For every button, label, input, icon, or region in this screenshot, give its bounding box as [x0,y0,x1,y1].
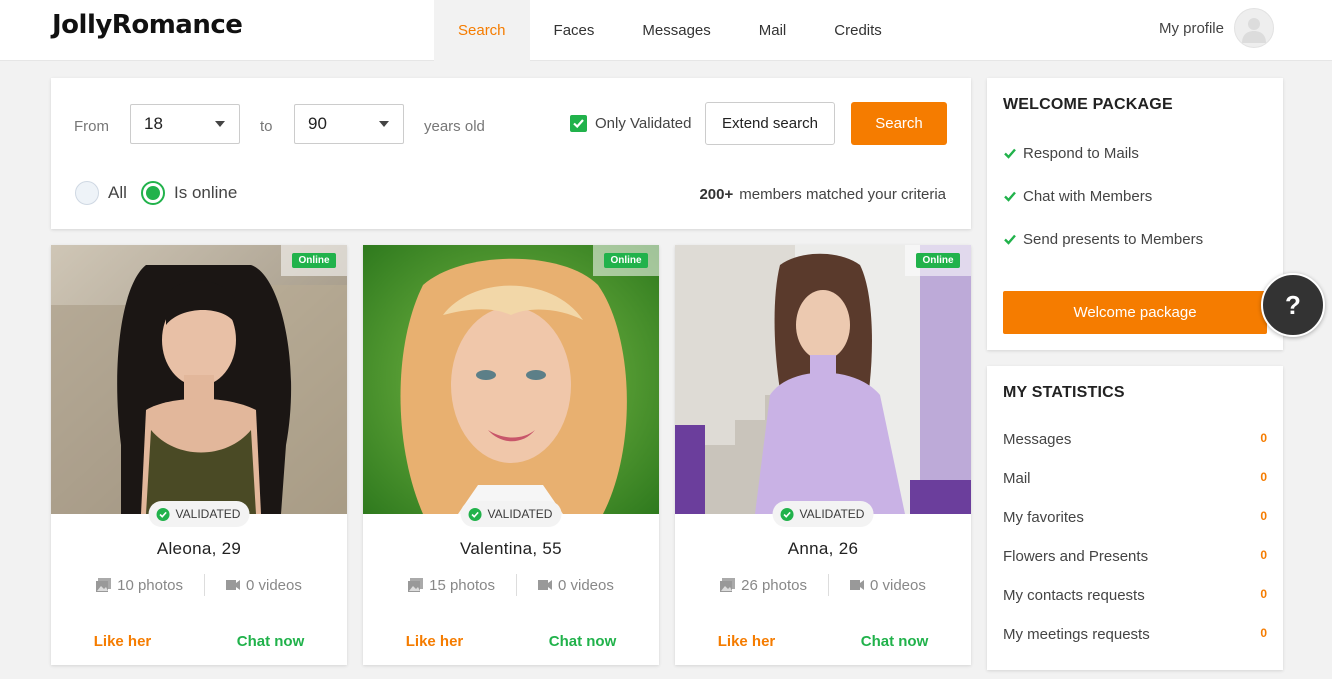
stat-row-meetings[interactable]: My meetings requests 0 [1003,626,1267,643]
help-button[interactable]: ? [1261,273,1325,337]
radio-all[interactable]: All [75,181,127,205]
years-old-label: years old [424,118,485,135]
stat-row-flowers[interactable]: Flowers and Presents 0 [1003,548,1267,565]
age-to-select[interactable]: 90 [294,104,404,144]
radio-online-label: Is online [174,183,238,202]
matched-count-text: 200+ members matched your criteria [699,186,946,203]
welcome-package-panel: WELCOME PACKAGE Respond to Mails Chat wi… [987,78,1283,350]
radio-online-circle[interactable] [141,181,165,205]
stat-row-contacts[interactable]: My contacts requests 0 [1003,587,1267,604]
only-validated-checkbox[interactable]: Only Validated [570,115,691,132]
video-icon [538,580,552,590]
chat-now-button[interactable]: Chat now [549,633,617,650]
photo-count: 10 photos [117,576,183,594]
checkmark-icon [1004,234,1016,245]
statistics-title: MY STATISTICS [1003,384,1125,401]
verified-icon [780,507,794,521]
validated-badge: VALIDATED [460,501,562,527]
stat-row-messages[interactable]: Messages 0 [1003,431,1267,448]
card-actions: Like her Chat now [675,633,971,650]
only-validated-label: Only Validated [595,115,692,132]
matched-count: 200+ [699,186,734,203]
profile-menu[interactable]: My profile [1159,8,1274,48]
like-her-button[interactable]: Like her [718,633,776,650]
search-panel: From 18 to 90 years old Only Validated E… [51,78,971,229]
like-her-button[interactable]: Like her [94,633,152,650]
welcome-package-button[interactable]: Welcome package [1003,291,1267,334]
validated-badge: VALIDATED [148,501,250,527]
nav-credits[interactable]: Credits [810,0,906,61]
welcome-item: Respond to Mails [1004,145,1139,162]
to-label: to [260,118,273,135]
photo-icon [720,578,736,592]
online-badge: Online [281,245,347,276]
chevron-down-icon [379,121,389,127]
extend-search-button[interactable]: Extend search [705,102,835,145]
checkmark-icon [1004,148,1016,159]
age-from-select[interactable]: 18 [130,104,240,144]
profile-photo[interactable]: Online [363,245,659,514]
video-icon [850,580,864,590]
top-header: JollyRomance Search Faces Messages Mail … [0,0,1332,61]
media-counts: 10 photos 0 videos [51,574,347,596]
age-from-value: 18 [144,114,163,133]
online-badge: Online [905,245,971,276]
welcome-item: Send presents to Members [1004,231,1203,248]
nav-search[interactable]: Search [434,0,530,61]
nav-mail[interactable]: Mail [735,0,811,61]
card-actions: Like her Chat now [51,633,347,650]
like-her-button[interactable]: Like her [406,633,464,650]
video-count: 0 videos [558,576,614,594]
site-logo[interactable]: JollyRomance [52,10,243,40]
photo-count: 26 photos [741,576,807,594]
profile-photo[interactable]: Online [51,245,347,514]
chat-now-button[interactable]: Chat now [237,633,305,650]
checkmark-icon[interactable] [570,115,587,132]
card-actions: Like her Chat now [363,633,659,650]
profile-photo[interactable]: Online [675,245,971,514]
photo-icon [96,578,112,592]
media-counts: 26 photos 0 videos [675,574,971,596]
profile-card[interactable]: Online VALIDATED Anna, 26 26 photos 0 vi… [675,245,971,665]
from-label: From [74,118,109,135]
profile-name[interactable]: Valentina, 55 [363,539,659,559]
radio-all-circle[interactable] [75,181,99,205]
photo-icon [408,578,424,592]
age-to-value: 90 [308,114,327,133]
video-count: 0 videos [246,576,302,594]
chevron-down-icon [215,121,225,127]
radio-is-online[interactable]: Is online [141,181,237,205]
profile-card[interactable]: Online VALIDATED Valentina, 55 15 photos… [363,245,659,665]
profile-card[interactable]: Online VALIDATED Aleona, 29 10 photos 0 … [51,245,347,665]
profile-name[interactable]: Anna, 26 [675,539,971,559]
stat-row-mail[interactable]: Mail 0 [1003,470,1267,487]
chat-now-button[interactable]: Chat now [861,633,929,650]
user-icon [1242,18,1266,43]
nav-messages[interactable]: Messages [618,0,734,61]
validated-badge: VALIDATED [772,501,874,527]
welcome-title: WELCOME PACKAGE [1003,96,1173,113]
radio-all-label: All [108,183,127,202]
welcome-item: Chat with Members [1004,188,1152,205]
checkmark-icon [1004,191,1016,202]
stat-row-favorites[interactable]: My favorites 0 [1003,509,1267,526]
verified-icon [156,507,170,521]
media-counts: 15 photos 0 videos [363,574,659,596]
statistics-panel: MY STATISTICS Messages 0 Mail 0 My favorit… [987,366,1283,670]
profile-label[interactable]: My profile [1159,20,1224,37]
avatar[interactable] [1234,8,1274,48]
video-icon [226,580,240,590]
main-nav: Search Faces Messages Mail Credits [434,0,906,61]
profile-name[interactable]: Aleona, 29 [51,539,347,559]
nav-faces[interactable]: Faces [530,0,619,61]
matched-text: members matched your criteria [739,186,946,203]
verified-icon [468,507,482,521]
photo-count: 15 photos [429,576,495,594]
search-button[interactable]: Search [851,102,947,145]
online-badge: Online [593,245,659,276]
video-count: 0 videos [870,576,926,594]
